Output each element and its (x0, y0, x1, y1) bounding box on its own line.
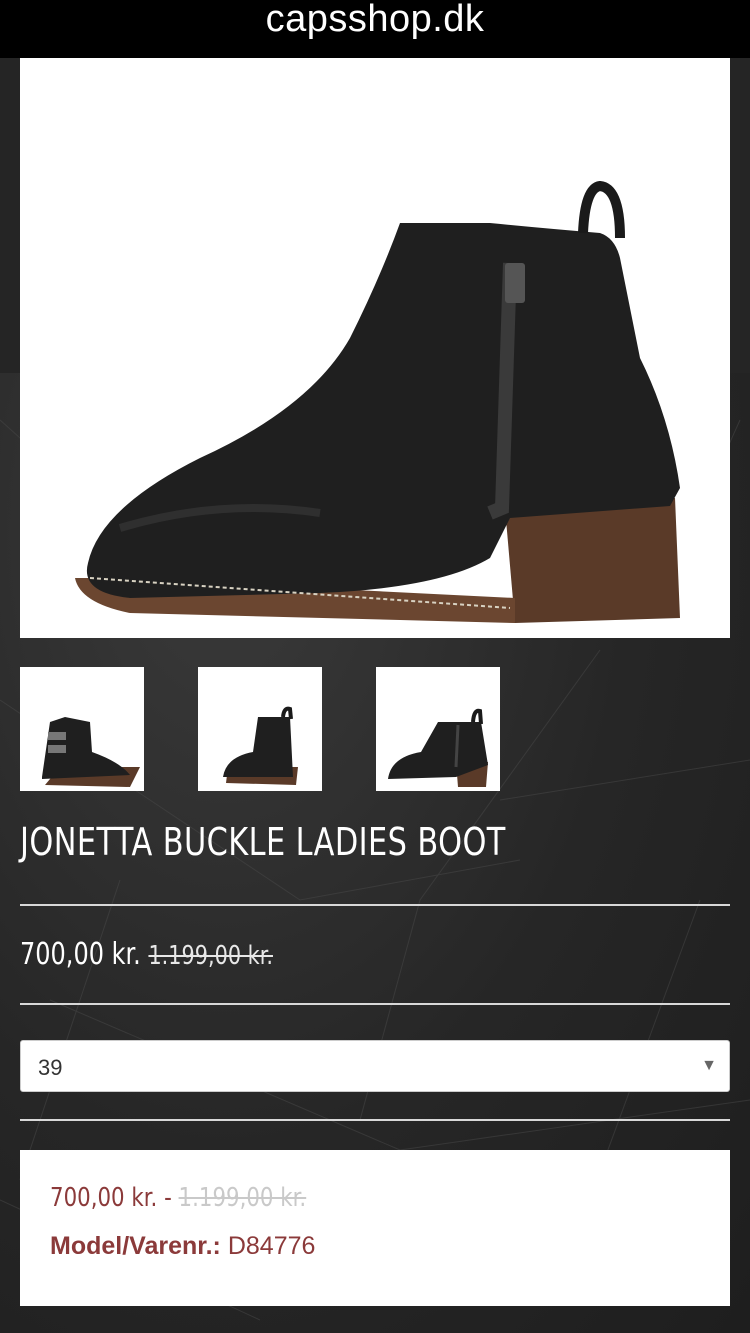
current-price: 700,00 kr. (20, 937, 141, 972)
product-thumbnail-2[interactable] (198, 667, 322, 791)
model-value: D84776 (227, 1232, 316, 1260)
product-title: JONETTA BUCKLE LADIES BOOT (20, 820, 506, 864)
dropdown-arrow-icon: ▼ (701, 1057, 717, 1074)
size-select-value: 39 (38, 1055, 63, 1080)
divider (20, 904, 730, 906)
product-summary-card: 700,00 kr. - 1.199,00 kr. Model/Varenr.:… (20, 1150, 730, 1306)
product-thumbnail-1[interactable] (20, 667, 144, 791)
url-text: capsshop.dk (265, 0, 485, 40)
summary-price-row: 700,00 kr. - 1.199,00 kr. (50, 1183, 306, 1213)
summary-price: 700,00 kr. - (50, 1183, 172, 1213)
old-price: 1.199,00 kr. (148, 941, 273, 971)
product-thumbnail-3[interactable] (376, 667, 500, 791)
size-select[interactable]: 39 ▼ (20, 1040, 730, 1092)
divider (20, 1003, 730, 1005)
browser-url-bar[interactable]: capsshop.dk (0, 0, 750, 58)
model-row: Model/Varenr.: D84776 (50, 1232, 315, 1261)
price-row: 700,00 kr. 1.199,00 kr. (20, 937, 273, 972)
divider (20, 1119, 730, 1121)
product-main-image[interactable] (20, 58, 730, 638)
model-label: Model/Varenr.: (50, 1232, 221, 1260)
summary-old-price: 1.199,00 kr. (178, 1183, 307, 1213)
